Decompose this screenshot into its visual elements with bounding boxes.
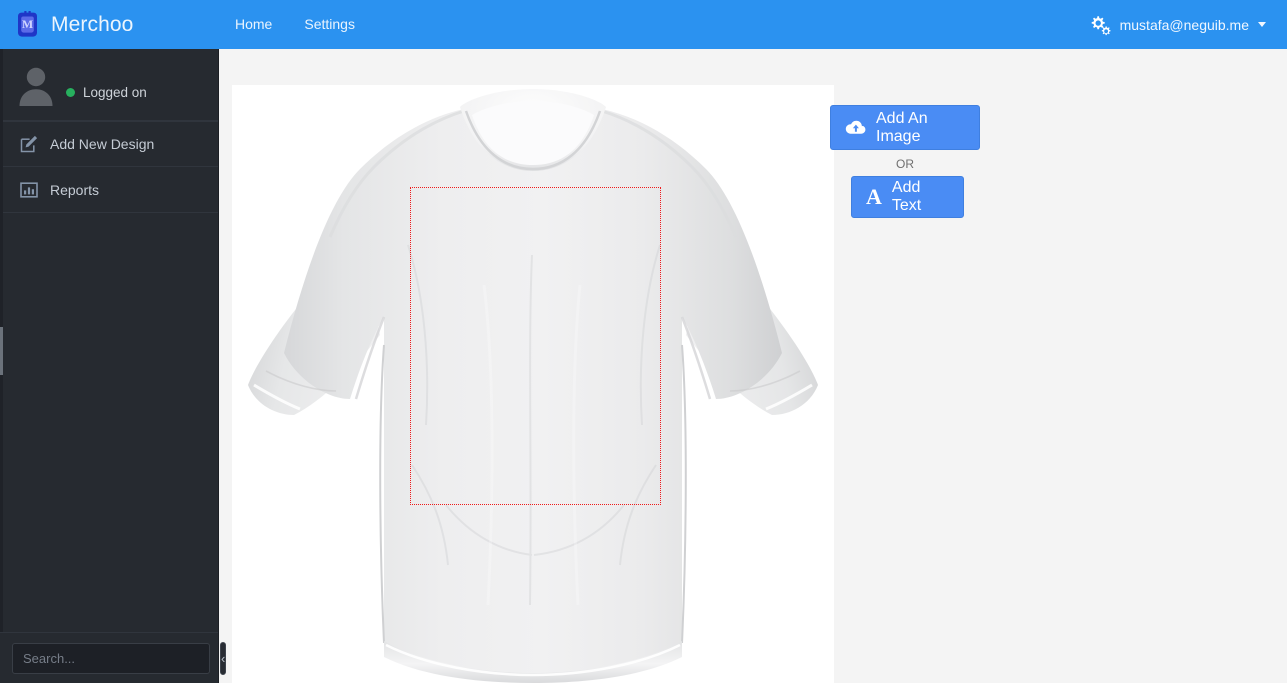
user-email: mustafa@neguib.me [1119,16,1249,33]
or-separator-label: OR [896,157,914,171]
brand[interactable]: M Merchoo [0,0,219,49]
navbar-right: mustafa@neguib.me [1083,0,1287,49]
brand-name: Merchoo [51,13,134,36]
sidebar-item-label: Reports [50,181,100,198]
user-menu[interactable]: mustafa@neguib.me [1083,0,1271,49]
cogs-icon [1088,14,1113,36]
add-text-button[interactable]: A Add Text [851,176,964,218]
font-A-icon: A [866,184,882,209]
sidebar-scrollbar-thumb[interactable] [0,327,3,375]
sidebar: Logged on Add New Design Reports ‹ [0,49,227,683]
sidebar-profile: Logged on [0,49,218,121]
status-dot-icon [66,88,75,97]
svg-text:M: M [22,17,33,31]
search-input[interactable] [12,642,210,674]
add-an-image-label: Add An Image [876,109,928,145]
merchoo-tag-logo-icon: M [15,11,40,38]
login-status: Logged on [66,69,147,100]
design-tools-panel: Add An Image OR A Add Text [830,105,1130,218]
sidebar-footer: ‹ [0,632,227,683]
navbar-links: Home Settings [219,0,371,49]
cloud-upload-icon [845,120,866,136]
sidebar-item-reports[interactable]: Reports [0,167,218,213]
bar-chart-icon [20,181,38,199]
chevron-left-icon: ‹ [221,650,226,666]
top-navbar: M Merchoo Home Settings mustafa@neguib.m… [0,0,1287,49]
add-an-image-button[interactable]: Add An Image [830,105,980,150]
caret-down-icon [1258,22,1266,27]
main-content: Add An Image OR A Add Text [219,49,1287,683]
add-text-label: Add Text [891,179,922,214]
nav-link-settings[interactable]: Settings [288,0,371,49]
nav-link-home[interactable]: Home [219,0,288,49]
user-avatar-icon [16,64,56,106]
sidebar-item-label: Add New Design [50,136,155,152]
sidebar-scrollbar[interactable] [0,49,3,683]
pencil-square-icon [20,135,38,153]
t-shirt-mockup [232,85,834,683]
sidebar-collapse-button[interactable]: ‹ [220,641,227,675]
status-label: Logged on [83,85,147,100]
sidebar-item-add-new-design[interactable]: Add New Design [0,121,218,167]
design-canvas[interactable] [232,85,834,683]
